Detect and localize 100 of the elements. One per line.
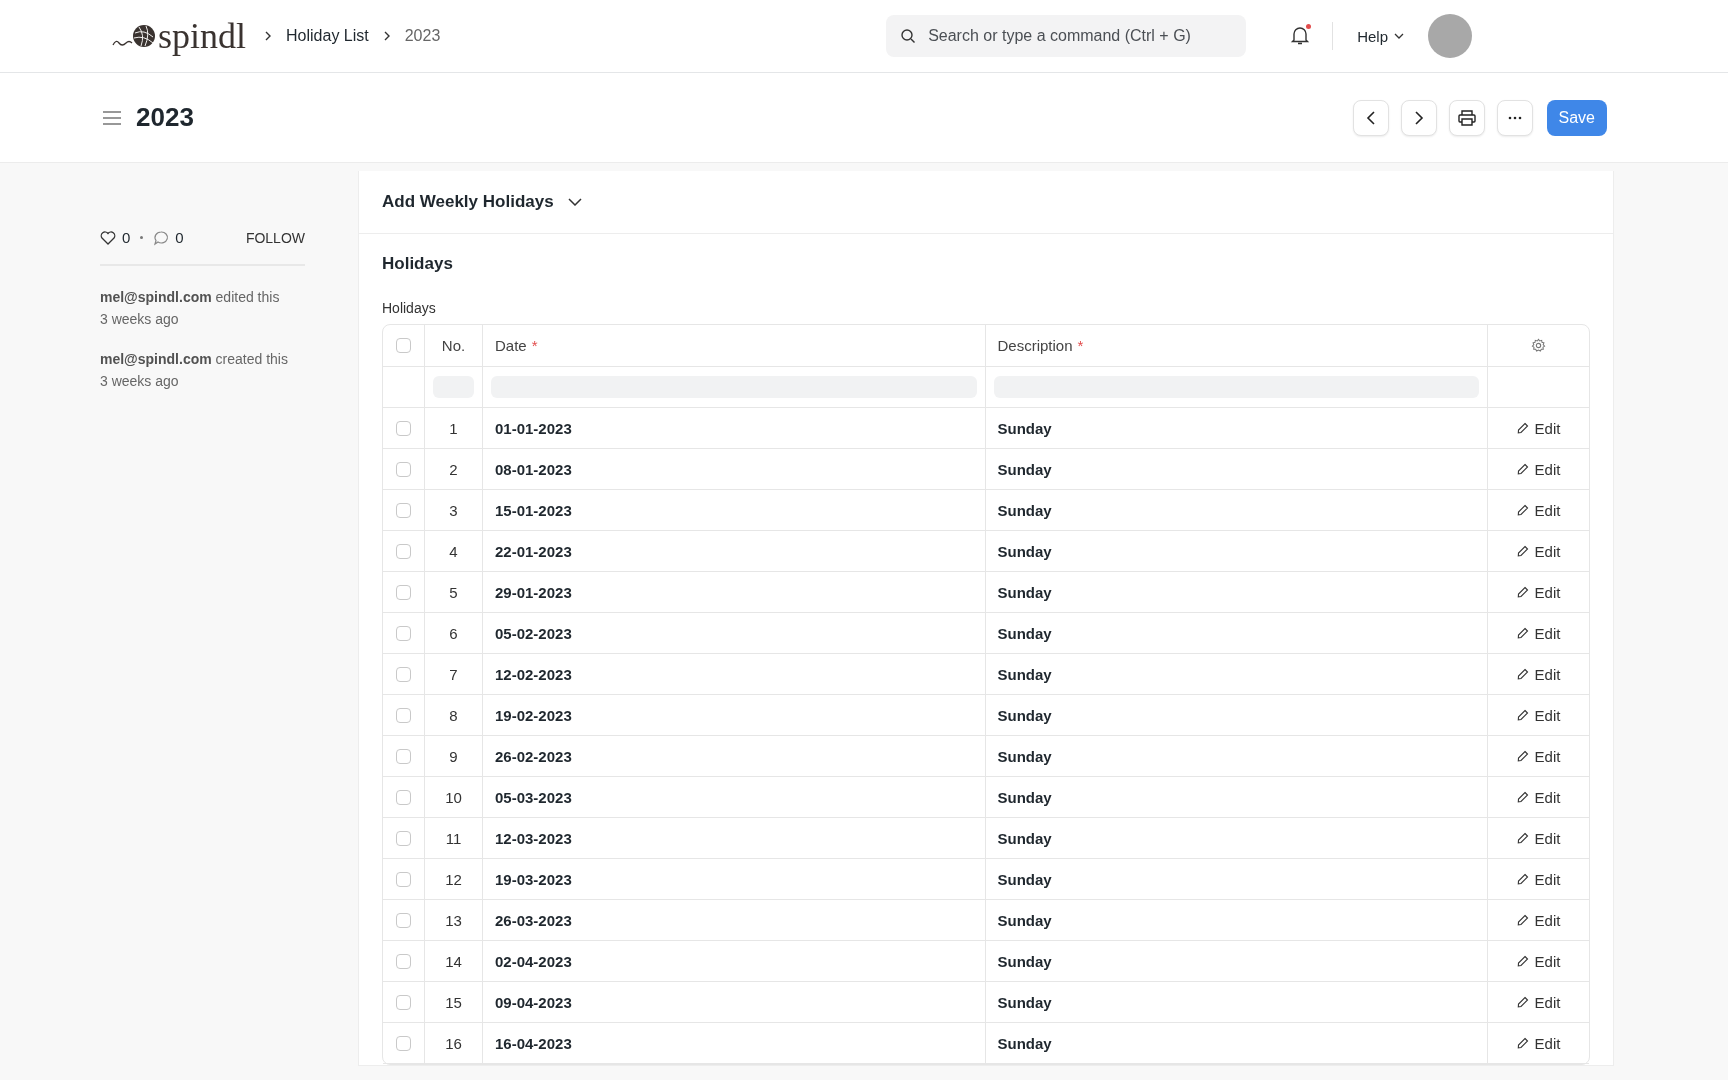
row-checkbox[interactable] [396,420,411,436]
edit-link[interactable]: Edit [1516,542,1561,560]
row-number: 10 [425,777,483,817]
table-cell: 19-03-2023 [483,859,986,899]
edit-link[interactable]: Edit [1516,829,1561,847]
table-cell: 09-04-2023 [483,982,986,1022]
activity-text: mel@spindl.com edited this [100,288,281,307]
help-dropdown[interactable]: Help [1351,26,1410,46]
pencil-icon [1516,627,1529,639]
row-number: 11 [425,818,483,858]
brand-logo[interactable]: spindl [158,18,246,54]
heart-icon[interactable] [100,230,116,245]
chevron-left-icon [1365,110,1376,125]
row-checkbox[interactable] [396,871,411,887]
caret-icon [1394,33,1404,39]
row-number: 12 [425,859,483,899]
page-title: 2023 [136,102,194,133]
table-cell: 26-02-2023 [483,736,986,776]
pencil-icon [1516,955,1529,967]
ellipsis-icon [1507,115,1522,120]
breadcrumb-link[interactable]: Holiday List [286,27,369,45]
table-cell: 12-03-2023 [483,818,986,858]
table-cell: Sunday [985,408,1488,448]
table-cell: Sunday [985,900,1488,940]
row-checkbox[interactable] [396,953,411,969]
row-checkbox[interactable] [396,707,411,723]
breadcrumb-link[interactable]: 2023 [404,27,441,45]
table-cell: 16-04-2023 [483,1023,986,1063]
edit-link[interactable]: Edit [1516,665,1561,683]
section-title: Holidays [382,254,454,274]
next-button[interactable] [1400,99,1437,136]
comment-icon[interactable] [153,229,170,246]
row-number: 14 [425,941,483,981]
search-field[interactable]: Search or type a command (Ctrl + G) [886,15,1247,57]
table-cell: Sunday [985,613,1488,653]
row-checkbox[interactable] [396,912,411,928]
follow-link[interactable]: FOLLOW [245,229,305,246]
table-cell: 05-02-2023 [483,613,986,653]
table-cell: Sunday [985,941,1488,981]
edit-link[interactable]: Edit [1516,460,1561,478]
row-number: 8 [425,695,483,735]
table-cell: Sunday [985,982,1488,1022]
menu-icon[interactable] [102,109,122,126]
row-checkbox[interactable] [396,625,411,641]
pencil-icon [1516,422,1529,434]
edit-link[interactable]: Edit [1516,870,1561,888]
edit-link[interactable]: Edit [1516,911,1561,929]
row-number: 13 [425,900,483,940]
row-checkbox[interactable] [396,994,411,1010]
table-cell: 26-03-2023 [483,900,986,940]
settings-icon[interactable] [1531,338,1546,353]
row-checkbox[interactable] [396,1035,411,1051]
row-checkbox[interactable] [396,830,411,846]
edit-link[interactable]: Edit [1516,624,1561,642]
row-checkbox[interactable] [396,666,411,682]
edit-link[interactable]: Edit [1516,747,1561,765]
weekly-holidays-section-toggle[interactable]: Add Weekly Holidays [359,171,1613,234]
table-label: Holidays [382,300,437,316]
edit-link[interactable]: Edit [1516,788,1561,806]
row-checkbox[interactable] [396,748,411,764]
activity-text: mel@spindl.com created this [100,350,289,369]
edit-link[interactable]: Edit [1516,952,1561,970]
chevron-right-icon [264,31,272,41]
table-cell: Sunday [985,818,1488,858]
like-count: 0 [122,229,131,246]
edit-link[interactable]: Edit [1516,419,1561,437]
column-header: Date * [483,325,986,366]
print-button[interactable] [1448,99,1485,136]
table-cell: 12-02-2023 [483,654,986,694]
pencil-icon [1516,586,1529,598]
pencil-icon [1516,545,1529,557]
pencil-icon [1516,709,1529,721]
edit-link[interactable]: Edit [1516,501,1561,519]
row-checkbox[interactable] [396,789,411,805]
table-cell: 19-02-2023 [483,695,986,735]
pencil-icon [1516,873,1529,885]
table-cell: Sunday [985,1023,1488,1063]
edit-link[interactable]: Edit [1516,1034,1561,1052]
edit-link[interactable]: Edit [1516,583,1561,601]
pencil-icon [1516,1037,1529,1049]
more-button[interactable] [1496,99,1533,136]
row-number: 9 [425,736,483,776]
column-header: No. [425,325,483,366]
save-button[interactable]: Save [1546,99,1607,136]
pencil-icon [1516,832,1529,844]
row-checkbox[interactable] [396,502,411,518]
edit-link[interactable]: Edit [1516,993,1561,1011]
user-avatar[interactable] [1428,14,1472,58]
chevron-right-icon [382,31,391,41]
row-checkbox[interactable] [396,461,411,477]
pencil-icon [1516,668,1529,680]
row-checkbox[interactable] [396,543,411,559]
row-number: 3 [425,490,483,530]
table-cell: 15-01-2023 [483,490,986,530]
previous-button[interactable] [1352,99,1389,136]
edit-link[interactable]: Edit [1516,706,1561,724]
row-number: 2 [425,449,483,489]
pencil-icon [1516,791,1529,803]
select-all-checkbox[interactable] [396,338,411,353]
row-checkbox[interactable] [396,584,411,600]
